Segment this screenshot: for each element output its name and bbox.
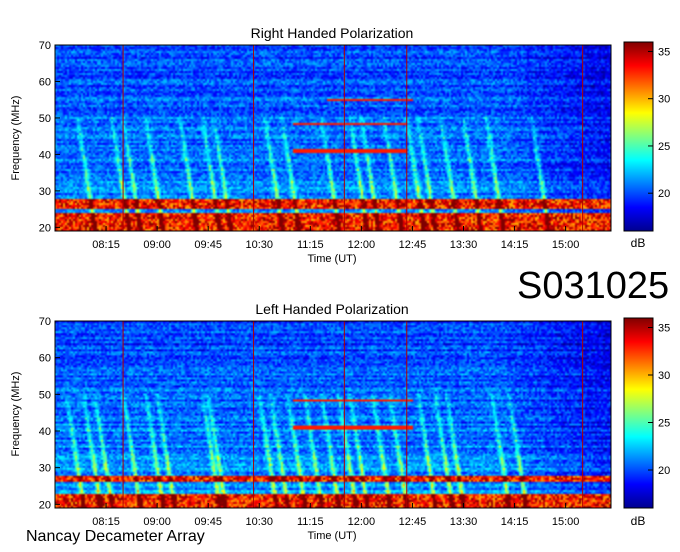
- x-axis-label: Time (UT): [307, 253, 356, 265]
- colorbar-tick-label: 25: [658, 141, 670, 153]
- colorbar-tick-label: 35: [658, 46, 670, 58]
- x-tick-label: 08:15: [92, 239, 120, 251]
- colorbar-unit: dB: [631, 514, 646, 528]
- x-tick-label: 14:15: [501, 516, 529, 528]
- x-tick-label: 12:45: [399, 239, 427, 251]
- x-tick-label: 11:15: [297, 239, 324, 251]
- y-tick-label: 70: [39, 316, 51, 328]
- x-tick-label: 15:00: [552, 239, 580, 251]
- colorbar-tick-label: 20: [658, 465, 670, 477]
- colorbar: [623, 317, 654, 509]
- x-tick-label: 13:30: [450, 516, 478, 528]
- colorbar-tick-label: 30: [658, 94, 670, 106]
- y-axis-label: Frequency (MHz): [10, 96, 22, 181]
- y-tick-label: 50: [39, 389, 51, 401]
- spectrogram-image: [55, 45, 611, 231]
- colorbar: [623, 41, 654, 232]
- y-tick-label: 60: [39, 76, 51, 88]
- x-tick-label: 12:00: [348, 516, 376, 528]
- x-tick-label: 11:15: [297, 516, 324, 528]
- spectrogram-image: [55, 321, 611, 508]
- y-tick-label: 50: [39, 113, 51, 125]
- x-tick-label: 09:00: [143, 239, 171, 251]
- colorbar-tick-label: 20: [658, 188, 670, 200]
- x-tick-label: 09:45: [194, 239, 222, 251]
- x-tick-label: 15:00: [552, 516, 580, 528]
- left-polarization-panel: Left Handed Polarization 203040506070 08…: [10, 301, 670, 542]
- y-tick-label: 40: [39, 426, 51, 438]
- x-tick-label: 14:15: [501, 239, 529, 251]
- x-tick-label: 12:45: [399, 516, 427, 528]
- y-tick-label: 60: [39, 353, 51, 365]
- colorbar-tick-label: 30: [658, 370, 670, 382]
- right-polarization-panel: Right Handed Polarization 20 30 40 50 60 70 0…: [10, 25, 670, 265]
- colorbar-tick-label: 25: [658, 418, 670, 430]
- y-tick-label: 30: [39, 186, 51, 198]
- x-tick-label: 10:30: [245, 516, 273, 528]
- x-tick-label: 13:30: [450, 239, 478, 251]
- colorbar-tick-label: 35: [658, 323, 670, 335]
- x-axis-label: Time (UT): [307, 530, 356, 542]
- instrument-label: Nancay Decameter Array: [26, 528, 205, 545]
- observation-code: S031025: [517, 265, 670, 307]
- panel-title: Right Handed Polarization: [251, 25, 414, 41]
- panel-title: Left Handed Polarization: [255, 301, 408, 317]
- y-tick-label: 70: [39, 40, 51, 52]
- x-tick-label: 10:30: [245, 239, 273, 251]
- y-tick-label: 20: [39, 499, 51, 511]
- y-axis-label: Frequency (MHz): [10, 372, 22, 457]
- y-tick-label: 20: [39, 222, 51, 234]
- x-tick-label: 12:00: [348, 239, 376, 251]
- y-tick-label: 40: [39, 149, 51, 161]
- y-tick-label: 30: [39, 463, 51, 475]
- colorbar-unit: dB: [631, 236, 646, 250]
